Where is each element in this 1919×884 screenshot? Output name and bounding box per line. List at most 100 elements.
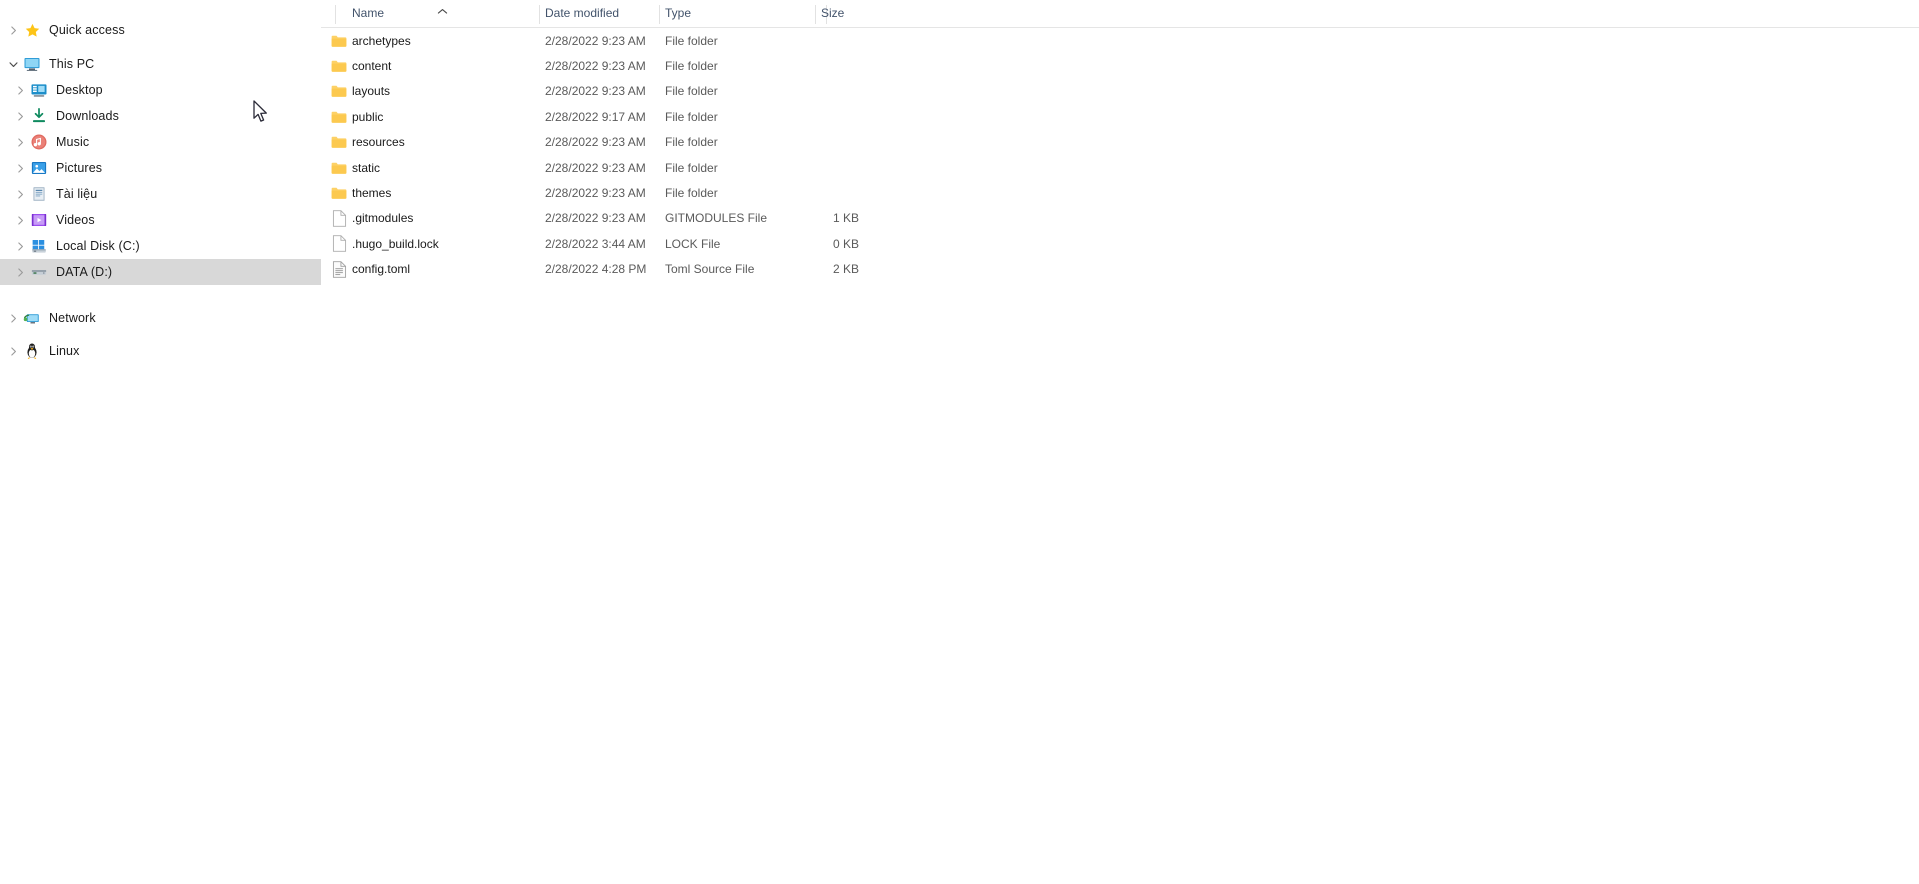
column-divider[interactable] bbox=[539, 5, 540, 24]
drive-icon bbox=[29, 262, 49, 282]
nav-item-label: Local Disk (C:) bbox=[56, 239, 140, 253]
chevron-down-icon[interactable] bbox=[4, 51, 22, 77]
nav-item-label: Downloads bbox=[56, 109, 119, 123]
nav-item-network[interactable]: Network bbox=[0, 305, 321, 331]
nav-item-label: This PC bbox=[49, 57, 95, 71]
cell-type: File folder bbox=[665, 160, 718, 175]
nav-item-videos[interactable]: Videos bbox=[0, 207, 321, 233]
nav-item-label: Quick access bbox=[49, 23, 125, 37]
column-header-date[interactable]: Date modified bbox=[545, 6, 619, 20]
chevron-right-icon[interactable] bbox=[11, 103, 29, 129]
nav-item-data-d[interactable]: DATA (D:) bbox=[0, 259, 321, 285]
column-divider[interactable] bbox=[815, 5, 816, 24]
column-divider[interactable] bbox=[659, 5, 660, 24]
cell-date: 2/28/2022 9:23 AM bbox=[545, 211, 646, 226]
nav-item-local-disk-c[interactable]: Local Disk (C:) bbox=[0, 233, 321, 259]
folder-icon bbox=[330, 57, 348, 75]
file-list-row[interactable]: .hugo_build.lock 2/28/2022 3:44 AM LOCK Fi… bbox=[321, 231, 1919, 256]
chevron-right-icon[interactable] bbox=[4, 305, 22, 331]
nav-item-t-i-li-u[interactable]: Tài liệu bbox=[0, 181, 321, 207]
cell-date: 2/28/2022 9:23 AM bbox=[545, 59, 646, 74]
column-header-row[interactable]: Name Date modified Type Size bbox=[321, 0, 1919, 28]
file-list-row[interactable]: content 2/28/2022 9:23 AM File folder bbox=[321, 53, 1919, 78]
chevron-right-icon[interactable] bbox=[11, 77, 29, 103]
cell-name: config.toml bbox=[352, 262, 411, 277]
chevron-right-icon[interactable] bbox=[11, 181, 29, 207]
cell-name: themes bbox=[352, 186, 392, 201]
cell-type: Toml Source File bbox=[665, 262, 755, 277]
folder-icon bbox=[330, 108, 348, 126]
file-list-row[interactable]: themes 2/28/2022 9:23 AM File folder bbox=[321, 180, 1919, 205]
text-file-icon bbox=[330, 260, 348, 278]
file-list-row[interactable]: .gitmodules 2/28/2022 9:23 AM GITMODULES F… bbox=[321, 206, 1919, 231]
file-list-row[interactable]: layouts 2/28/2022 9:23 AM File folder bbox=[321, 79, 1919, 104]
navigation-pane[interactable]: Quick access This PC Desktop Downloads Music… bbox=[0, 0, 321, 884]
cell-name: static bbox=[352, 160, 381, 175]
cell-date: 2/28/2022 9:23 AM bbox=[545, 33, 646, 48]
nav-item-linux[interactable]: Linux bbox=[0, 338, 321, 364]
star-icon bbox=[22, 20, 42, 40]
chevron-right-icon[interactable] bbox=[4, 338, 22, 364]
cell-date: 2/28/2022 9:23 AM bbox=[545, 135, 646, 150]
column-header-type[interactable]: Type bbox=[665, 6, 691, 20]
folder-icon bbox=[330, 133, 348, 151]
folder-icon bbox=[330, 32, 348, 50]
monitor-icon bbox=[22, 54, 42, 74]
penguin-icon bbox=[22, 341, 42, 361]
chevron-right-icon[interactable] bbox=[11, 207, 29, 233]
cell-type: File folder bbox=[665, 84, 718, 99]
cell-type: File folder bbox=[665, 186, 718, 201]
file-list-row[interactable]: config.toml 2/28/2022 4:28 PM Toml Source … bbox=[321, 257, 1919, 282]
documents-icon bbox=[29, 184, 49, 204]
chevron-right-icon[interactable] bbox=[4, 17, 22, 43]
column-header-size[interactable]: Size bbox=[821, 6, 844, 20]
nav-item-label: Network bbox=[49, 311, 96, 325]
file-explorer-window: Quick access This PC Desktop Downloads Music… bbox=[0, 0, 1919, 884]
file-list-body[interactable]: archetypes 2/28/2022 9:23 AM File folder co… bbox=[321, 28, 1919, 282]
chevron-right-icon[interactable] bbox=[11, 129, 29, 155]
picture-icon bbox=[29, 158, 49, 178]
chevron-right-icon[interactable] bbox=[11, 155, 29, 181]
cell-name: resources bbox=[352, 135, 405, 150]
sort-ascending-icon bbox=[437, 2, 448, 20]
file-list-pane[interactable]: Name Date modified Type Size archetypes 2/28… bbox=[321, 0, 1919, 884]
download-icon bbox=[29, 106, 49, 126]
cell-size: 1 KB bbox=[832, 211, 859, 226]
nav-item-label: Linux bbox=[49, 344, 80, 358]
nav-item-label: Desktop bbox=[56, 83, 103, 97]
folder-icon bbox=[330, 184, 348, 202]
cell-date: 2/28/2022 9:17 AM bbox=[545, 109, 646, 124]
file-list-row[interactable]: public 2/28/2022 9:17 AM File folder bbox=[321, 104, 1919, 129]
music-note-icon bbox=[29, 132, 49, 152]
file-list-row[interactable]: static 2/28/2022 9:23 AM File folder bbox=[321, 155, 1919, 180]
blank-file-icon bbox=[330, 235, 348, 253]
cell-name: content bbox=[352, 59, 392, 74]
cell-type: File folder bbox=[665, 59, 718, 74]
nav-item-pictures[interactable]: Pictures bbox=[0, 155, 321, 181]
network-icon bbox=[22, 308, 42, 328]
cell-type: GITMODULES File bbox=[665, 211, 768, 226]
nav-item-desktop[interactable]: Desktop bbox=[0, 77, 321, 103]
cell-size: 0 KB bbox=[832, 236, 859, 251]
nav-item-label: Music bbox=[56, 135, 90, 149]
cell-type: File folder bbox=[665, 33, 718, 48]
folder-icon bbox=[330, 159, 348, 177]
cell-type: LOCK File bbox=[665, 236, 721, 251]
nav-item-quick-access[interactable]: Quick access bbox=[0, 17, 321, 43]
nav-item-label: Videos bbox=[56, 213, 95, 227]
column-divider[interactable] bbox=[335, 5, 336, 24]
video-icon bbox=[29, 210, 49, 230]
nav-item-this-pc[interactable]: This PC bbox=[0, 51, 321, 77]
nav-item-music[interactable]: Music bbox=[0, 129, 321, 155]
chevron-right-icon[interactable] bbox=[11, 233, 29, 259]
cell-name: public bbox=[352, 109, 384, 124]
column-header-name[interactable]: Name bbox=[352, 6, 384, 20]
file-list-row[interactable]: archetypes 2/28/2022 9:23 AM File folder bbox=[321, 28, 1919, 53]
chevron-right-icon[interactable] bbox=[11, 259, 29, 285]
cell-name: archetypes bbox=[352, 33, 411, 48]
file-list-row[interactable]: resources 2/28/2022 9:23 AM File folder bbox=[321, 130, 1919, 155]
blank-file-icon bbox=[330, 209, 348, 227]
windows-drive-icon bbox=[29, 236, 49, 256]
nav-item-downloads[interactable]: Downloads bbox=[0, 103, 321, 129]
cell-date: 2/28/2022 4:28 PM bbox=[545, 262, 647, 277]
